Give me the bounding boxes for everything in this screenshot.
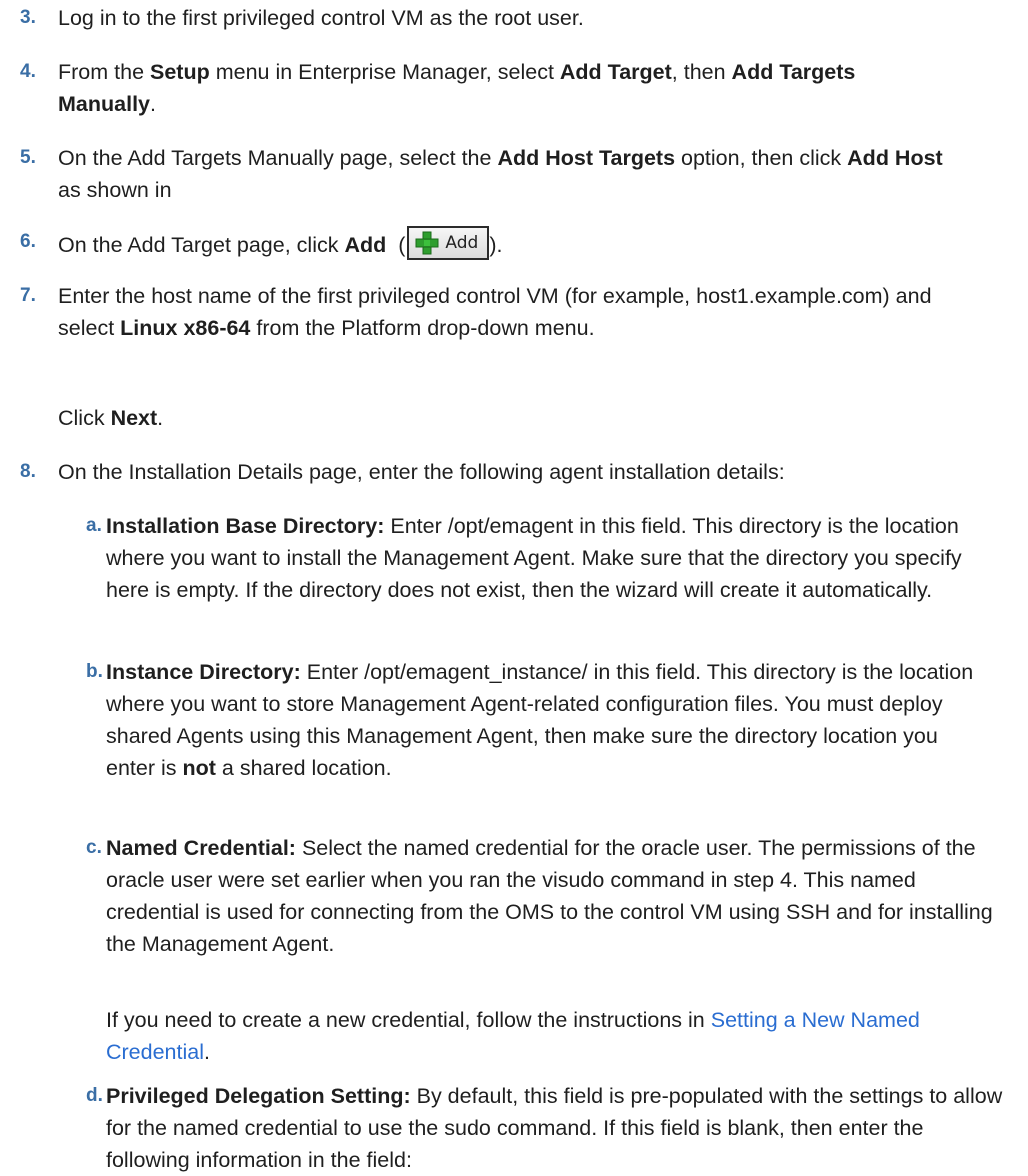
next-term: Next — [110, 406, 158, 430]
step-text-part: from the Platform drop-down menu. — [250, 316, 595, 340]
step-text: On the Add Targets Manually page, select… — [58, 142, 948, 206]
green-plus-icon — [415, 231, 439, 255]
step-text: On the Add Target page, click Add (Add). — [58, 226, 998, 261]
step-text-part: option, then click — [675, 146, 848, 170]
add-term: Add — [344, 233, 387, 257]
setup-menu-term: Setup — [150, 60, 210, 84]
step-number: 4. — [20, 61, 36, 82]
step-7-next-paragraph: Click Next. — [58, 402, 163, 434]
substep-text: Installation Base Directory: Enter /opt/… — [106, 510, 1006, 606]
paragraph-text: . — [157, 406, 164, 430]
step-text-part: ). — [489, 233, 503, 257]
substep-letter: d. — [86, 1085, 103, 1106]
substep-term: Named Credential: — [106, 836, 296, 860]
not-term: not — [182, 756, 216, 780]
step-number: 8. — [20, 461, 36, 482]
step-number: 6. — [20, 231, 36, 252]
substep-term: Privileged Delegation Setting: — [106, 1084, 411, 1108]
credential-help-paragraph: If you need to create a new credential, … — [106, 1004, 1006, 1068]
substep-text: Named Credential: Select the named crede… — [106, 832, 1006, 960]
substep-text-part: a shared location. — [215, 756, 392, 780]
substep-term: Instance Directory: — [106, 660, 301, 684]
step-text: Enter the host name of the first privile… — [58, 280, 958, 344]
step-text: On the Installation Details page, enter … — [58, 456, 998, 488]
paragraph-text: If you need to create a new credential, … — [106, 1008, 711, 1032]
step-text-part: . — [150, 92, 156, 116]
step-number: 3. — [20, 7, 36, 28]
document-page: 3. Log in to the first privileged contro… — [0, 0, 1028, 1172]
step-text-part: ( — [386, 233, 406, 257]
substep-letter: b. — [86, 661, 103, 682]
substep-text: Instance Directory: Enter /opt/emagent_i… — [106, 656, 986, 784]
step-text-part: menu in Enterprise Manager, select — [209, 60, 560, 84]
step-text-part: On the Add Targets Manually page, select… — [58, 146, 498, 170]
step-text-part: On the Add Target page, click — [58, 233, 345, 257]
paragraph-text: . — [204, 1040, 210, 1064]
step-text-part: , then — [671, 60, 732, 84]
add-target-term: Add Target — [559, 60, 672, 84]
add-icon-label: Add — [445, 233, 479, 253]
substep-term: Installation Base Directory: — [106, 514, 385, 538]
add-host-targets-term: Add Host Targets — [497, 146, 676, 170]
step-text: From the Setup menu in Enterprise Manage… — [58, 56, 958, 120]
step-number: 5. — [20, 147, 36, 168]
add-button-image: Add — [407, 226, 490, 260]
step-text: Log in to the first privileged control V… — [58, 2, 998, 34]
step-text-part: From the — [58, 60, 150, 84]
substep-letter: a. — [86, 515, 102, 536]
step-text-part: Log in to the first privileged control V… — [58, 6, 584, 30]
step-number: 7. — [20, 285, 36, 306]
step-text-part: On the Installation Details page, enter … — [58, 460, 785, 484]
step-text-part: as shown in — [58, 178, 172, 202]
linux-platform-term: Linux x86-64 — [120, 316, 251, 340]
substep-text: Privileged Delegation Setting: By defaul… — [106, 1080, 1006, 1176]
paragraph-text: Click — [58, 406, 111, 430]
substep-letter: c. — [86, 837, 102, 858]
add-host-term: Add Host — [847, 146, 943, 170]
